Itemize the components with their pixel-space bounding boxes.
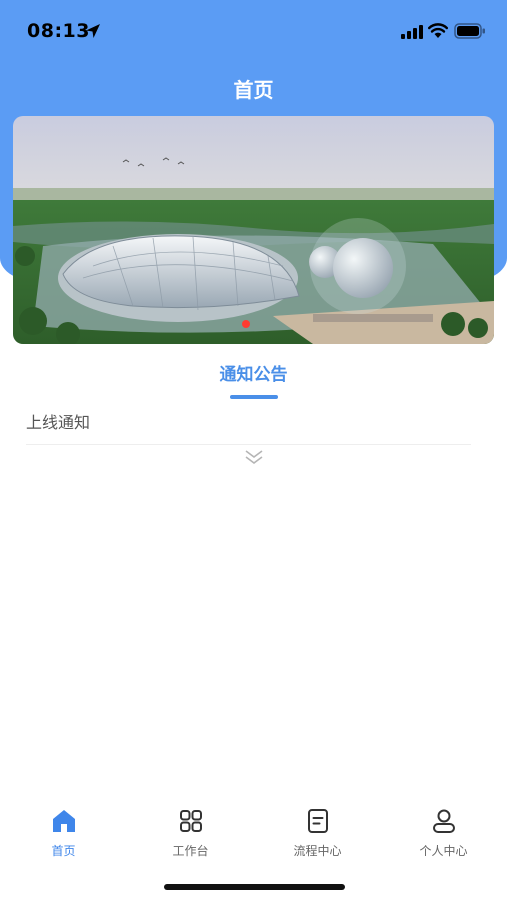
list-item[interactable]: 上线通知 [26, 412, 471, 445]
tab-workbench-label: 工作台 [172, 844, 209, 858]
tab-personal-center[interactable]: 个人中心 [380, 800, 507, 866]
tab-process-center-label: 流程中心 [293, 844, 342, 858]
signal-icon [401, 25, 423, 39]
status-time: 08:13 [27, 20, 90, 42]
wifi-icon [428, 23, 448, 38]
tab-active-underline [230, 395, 278, 399]
page-title: 首页 [233, 78, 274, 102]
double-chevron-down-icon[interactable] [244, 448, 264, 466]
tab-home[interactable]: 首页 [0, 800, 127, 866]
battery-icon [454, 23, 485, 39]
tab-home-label: 首页 [51, 844, 76, 858]
status-bar: 08:13 [0, 0, 507, 60]
grid-icon [179, 810, 202, 832]
banner-carousel[interactable] [13, 116, 494, 344]
tab-notice-announcement[interactable]: 通知公告 [0, 360, 507, 385]
tab-process-center[interactable]: 流程中心 [254, 800, 381, 866]
person-icon [432, 809, 455, 833]
notice-title: 上线通知 [26, 413, 91, 432]
banner-image [13, 116, 494, 344]
tab-personal-center-label: 个人中心 [419, 844, 468, 858]
carousel-indicator-dot[interactable] [242, 320, 250, 328]
home-indicator[interactable] [164, 884, 345, 890]
tab-bar: 首页 工作台 流程中心 个人中心 [0, 800, 507, 870]
tab-workbench[interactable]: 工作台 [127, 800, 254, 866]
home-icon [52, 810, 75, 832]
document-icon [307, 809, 328, 833]
location-arrow-icon [86, 24, 100, 38]
